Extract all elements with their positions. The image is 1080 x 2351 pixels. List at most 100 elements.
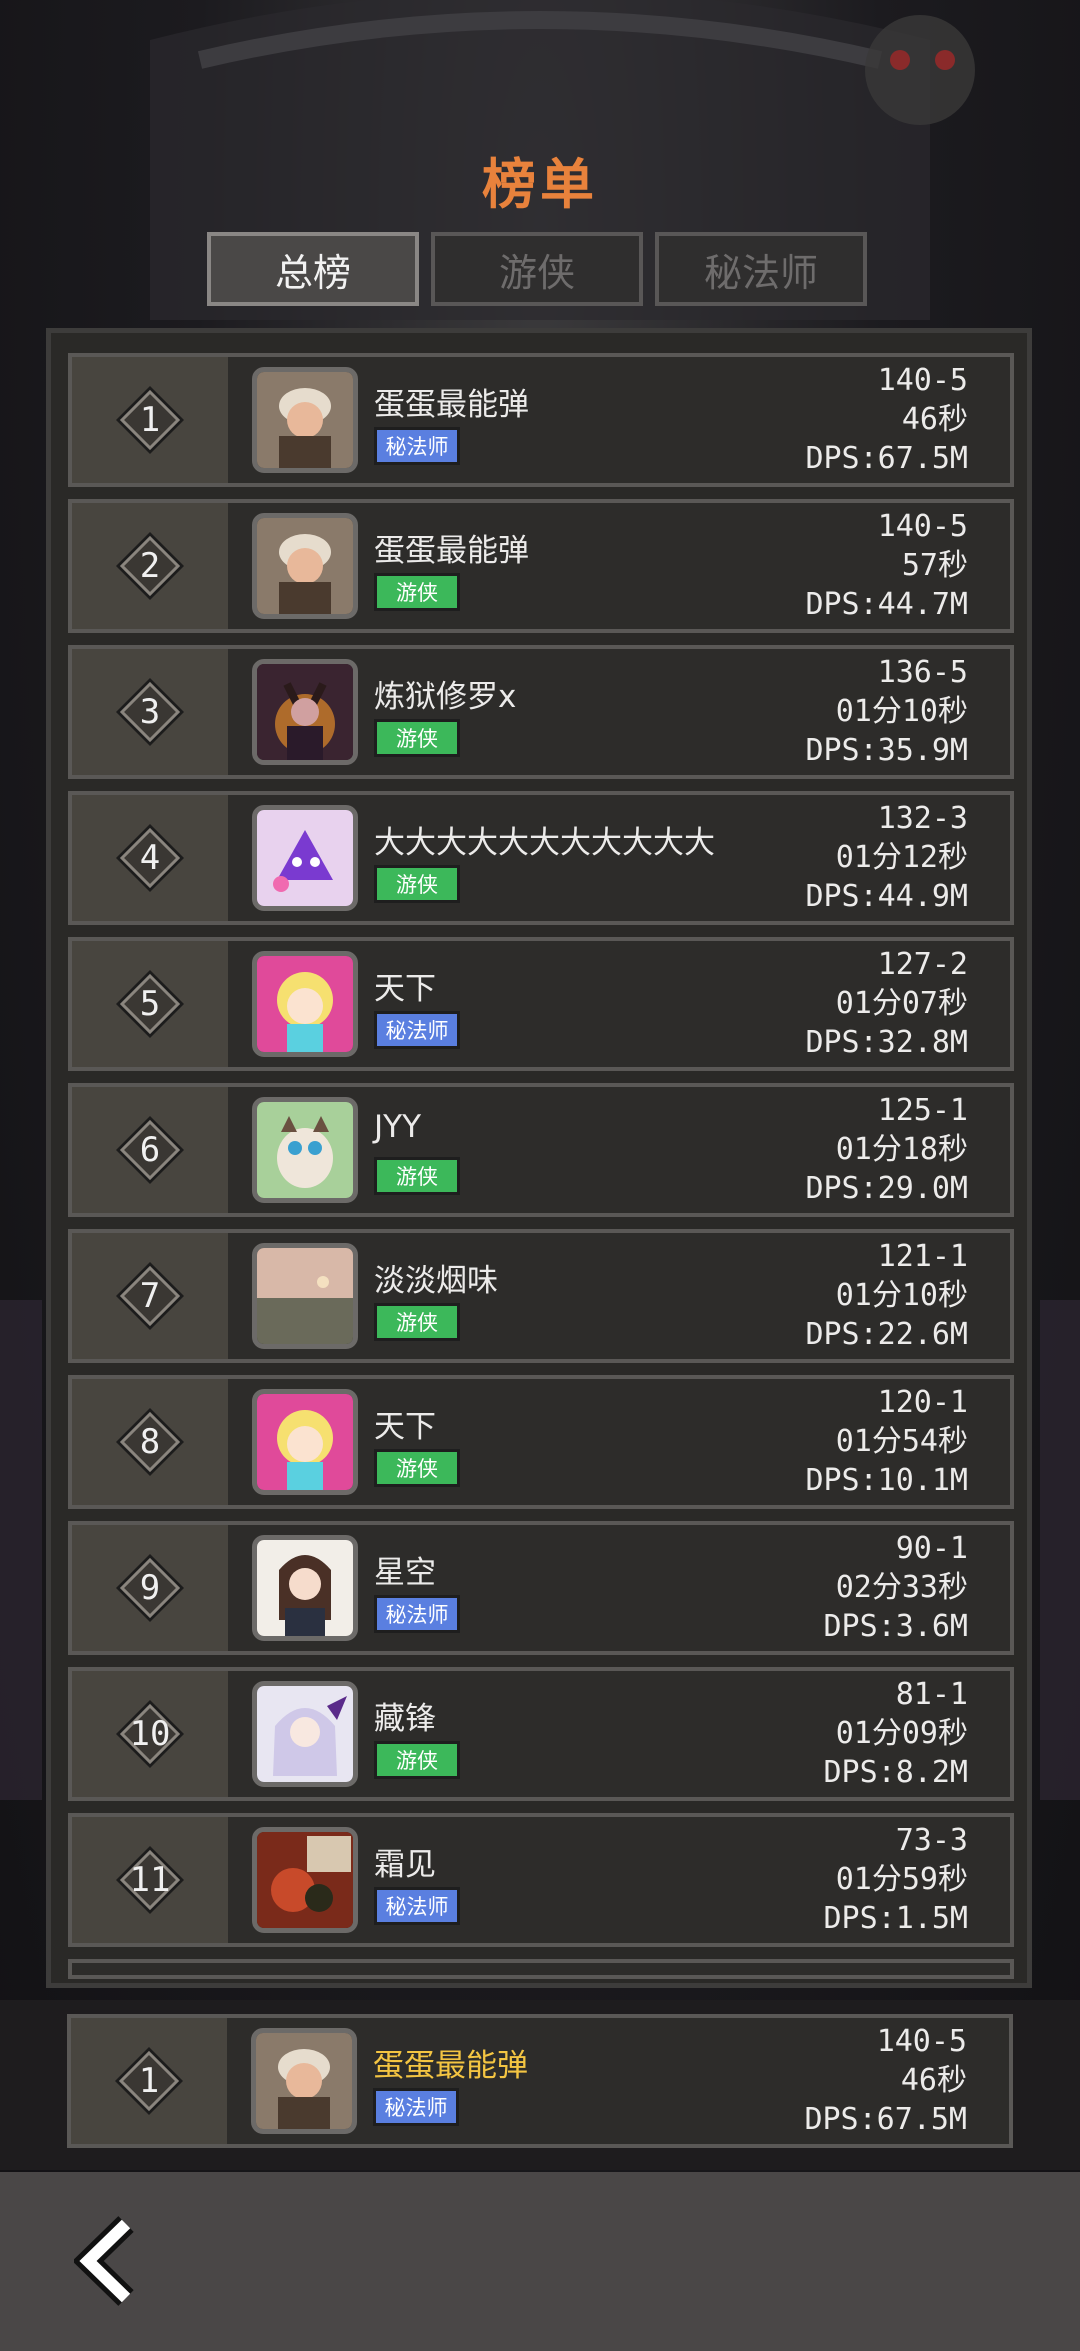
player-name: 蛋蛋最能弹	[374, 387, 529, 423]
miss-art-avatar[interactable]	[252, 1827, 358, 1933]
anime-girl-avatar[interactable]	[252, 1535, 358, 1641]
cat-avatar[interactable]	[252, 1097, 358, 1203]
rank-number: 9	[139, 1568, 161, 1608]
stage-text: 90-1	[895, 1531, 968, 1566]
tab-ranger[interactable]: 游侠	[431, 232, 643, 306]
back-arrow-icon	[72, 2216, 134, 2306]
rank-number: 1	[138, 2061, 160, 2101]
time-text: 01分59秒	[835, 1862, 968, 1897]
rank-diamond-icon: 2	[114, 530, 186, 602]
rank-cell: 1	[71, 2018, 227, 2144]
dps-text: DPS:8.2M	[823, 1755, 969, 1790]
class-badge: 游侠	[374, 1303, 460, 1341]
time-text: 01分12秒	[835, 840, 968, 875]
player-name: JYY	[374, 1109, 422, 1145]
rank-cell: 6	[72, 1087, 228, 1213]
stage-text: 140-5	[876, 2024, 967, 2059]
stats-block: 140-5 57秒 DPS:44.7M	[805, 507, 968, 624]
sunset-avatar[interactable]	[252, 1243, 358, 1349]
time-text: 46秒	[901, 402, 968, 437]
dps-text: DPS:29.0M	[805, 1171, 968, 1206]
rank-cell: 3	[72, 649, 228, 775]
class-badge: 游侠	[374, 719, 460, 757]
leaderboard-row[interactable]: 9 星空 秘法师 90-1 02分33秒 DPS:3.6M	[68, 1521, 1014, 1655]
stats-block: 140-5 46秒 DPS:67.5M	[805, 361, 968, 478]
stage-text: 81-1	[895, 1677, 968, 1712]
bottom-bar	[0, 2172, 1080, 2351]
rank-number: 4	[139, 838, 161, 878]
purple-creature-avatar[interactable]	[252, 805, 358, 911]
rank-diamond-icon: 4	[114, 822, 186, 894]
rank-diamond-icon: 9	[114, 1552, 186, 1624]
silver-hair-avatar[interactable]	[252, 1681, 358, 1787]
rank-number: 2	[139, 546, 161, 586]
stage-text: 140-5	[877, 509, 968, 544]
rank-cell: 9	[72, 1525, 228, 1651]
rank-number: 7	[139, 1276, 161, 1316]
cartoon-girl-avatar[interactable]	[252, 951, 358, 1057]
stats-block: 81-1 01分09秒 DPS:8.2M	[824, 1675, 969, 1792]
leaderboard-row[interactable]: 2 蛋蛋最能弹游侠 140-5 57秒 DPS:44.7M	[68, 499, 1014, 633]
stage-text: 136-5	[877, 655, 968, 690]
rank-cell: 4	[72, 795, 228, 921]
tab-mage[interactable]: 秘法师	[655, 232, 867, 306]
dps-text: DPS:10.1M	[805, 1463, 968, 1498]
dps-text: DPS:67.5M	[805, 441, 968, 476]
cartoon-girl-avatar[interactable]	[252, 1389, 358, 1495]
leaderboard-row[interactable]: 7 淡淡烟味 游侠 121-1 01分10秒 DPS:22.6M	[68, 1229, 1014, 1363]
stats-block: 127-2 01分07秒 DPS:32.8M	[805, 945, 968, 1062]
class-badge: 游侠	[374, 1449, 460, 1487]
rank-cell: 1	[72, 357, 228, 483]
stats-block: 120-1 01分54秒 DPS:10.1M	[805, 1383, 968, 1500]
baby-photo-avatar[interactable]	[252, 513, 358, 619]
class-badge: 秘法师	[374, 1887, 460, 1925]
baby-photo-avatar[interactable]	[251, 2028, 357, 2134]
leaderboard-row[interactable]: 11 霜见 秘法师 73-3 01分59秒 DPS:1.5M	[68, 1813, 1014, 1947]
rank-diamond-icon: 7	[114, 1260, 186, 1332]
rank-cell: 7	[72, 1233, 228, 1359]
time-text: 46秒	[900, 2063, 967, 2098]
baby-photo-avatar[interactable]	[252, 367, 358, 473]
rank-number: 11	[129, 1860, 171, 1900]
stage-text: 125-1	[877, 1093, 968, 1128]
dps-text: DPS:1.5M	[823, 1901, 969, 1936]
demon-avatar[interactable]	[252, 659, 358, 765]
dps-text: DPS:35.9M	[805, 733, 968, 768]
tab-overall[interactable]: 总榜	[207, 232, 419, 306]
leaderboard-row[interactable]: 1 蛋蛋最能弹 秘法师 140-5 46秒 DPS:67.5M	[68, 353, 1014, 487]
rank-number: 8	[139, 1422, 161, 1462]
dps-text: DPS:44.9M	[805, 879, 968, 914]
tab-bar: 总榜 游侠 秘法师	[207, 232, 867, 306]
leaderboard-row[interactable]: 3 炼狱修罗x 游侠 136-5 01分10秒 DPS:35.9M	[68, 645, 1014, 779]
player-name: 炼狱修罗x	[374, 679, 517, 715]
player-name: 藏锋	[374, 1701, 436, 1737]
stage-text: 121-1	[877, 1239, 968, 1274]
page-title: 榜单	[482, 153, 598, 216]
class-badge: 游侠	[374, 573, 460, 611]
back-button[interactable]	[72, 2216, 154, 2306]
leaderboard-row[interactable]: 8 天下 游侠 120-1 01分54秒 DPS:10.1M	[68, 1375, 1014, 1509]
stats-block: 136-5 01分10秒 DPS:35.9M	[805, 653, 968, 770]
player-name: 淡淡烟味	[374, 1263, 498, 1299]
leaderboard-panel[interactable]: 1 蛋蛋最能弹秘法师 140-5 46秒 DPS:67.5M 2 蛋蛋最能弹游侠 140-5 5…	[46, 328, 1032, 1988]
leaderboard-row[interactable]: 10 藏锋游侠 81-1 01分09秒 DPS:8.2M	[68, 1667, 1014, 1801]
rank-diamond-icon: 10	[114, 1698, 186, 1770]
time-text: 01分18秒	[835, 1132, 968, 1167]
rank-diamond-icon: 1	[114, 384, 186, 456]
time-text: 01分07秒	[835, 986, 968, 1021]
leaderboard-row[interactable]: 6 JYY 游侠 125-1 01分18秒 DPS:29.0M	[68, 1083, 1014, 1217]
rank-diamond-icon: 5	[114, 968, 186, 1040]
player-name: 星空	[374, 1555, 436, 1591]
rank-number: 6	[139, 1130, 161, 1170]
time-text: 01分10秒	[835, 1278, 968, 1313]
stage-text: 127-2	[877, 947, 968, 982]
stats-block: 121-1 01分10秒 DPS:22.6M	[805, 1237, 968, 1354]
stats-block: 140-5 46秒 DPS:67.5M	[804, 2022, 967, 2139]
player-name: 蛋蛋最能弹	[374, 533, 529, 569]
leaderboard-row[interactable]: 5 天下 秘法师 127-2 01分07秒 DPS:32.8M	[68, 937, 1014, 1071]
stats-block: 73-3 01分59秒 DPS:1.5M	[824, 1821, 969, 1938]
class-badge: 游侠	[374, 1741, 460, 1779]
time-text: 01分09秒	[835, 1716, 968, 1751]
rank-diamond-icon: 11	[114, 1844, 186, 1916]
leaderboard-row[interactable]: 4 大大大大大大大大大大大 游侠 132-3 01分12秒 DPS:44.9M	[68, 791, 1014, 925]
